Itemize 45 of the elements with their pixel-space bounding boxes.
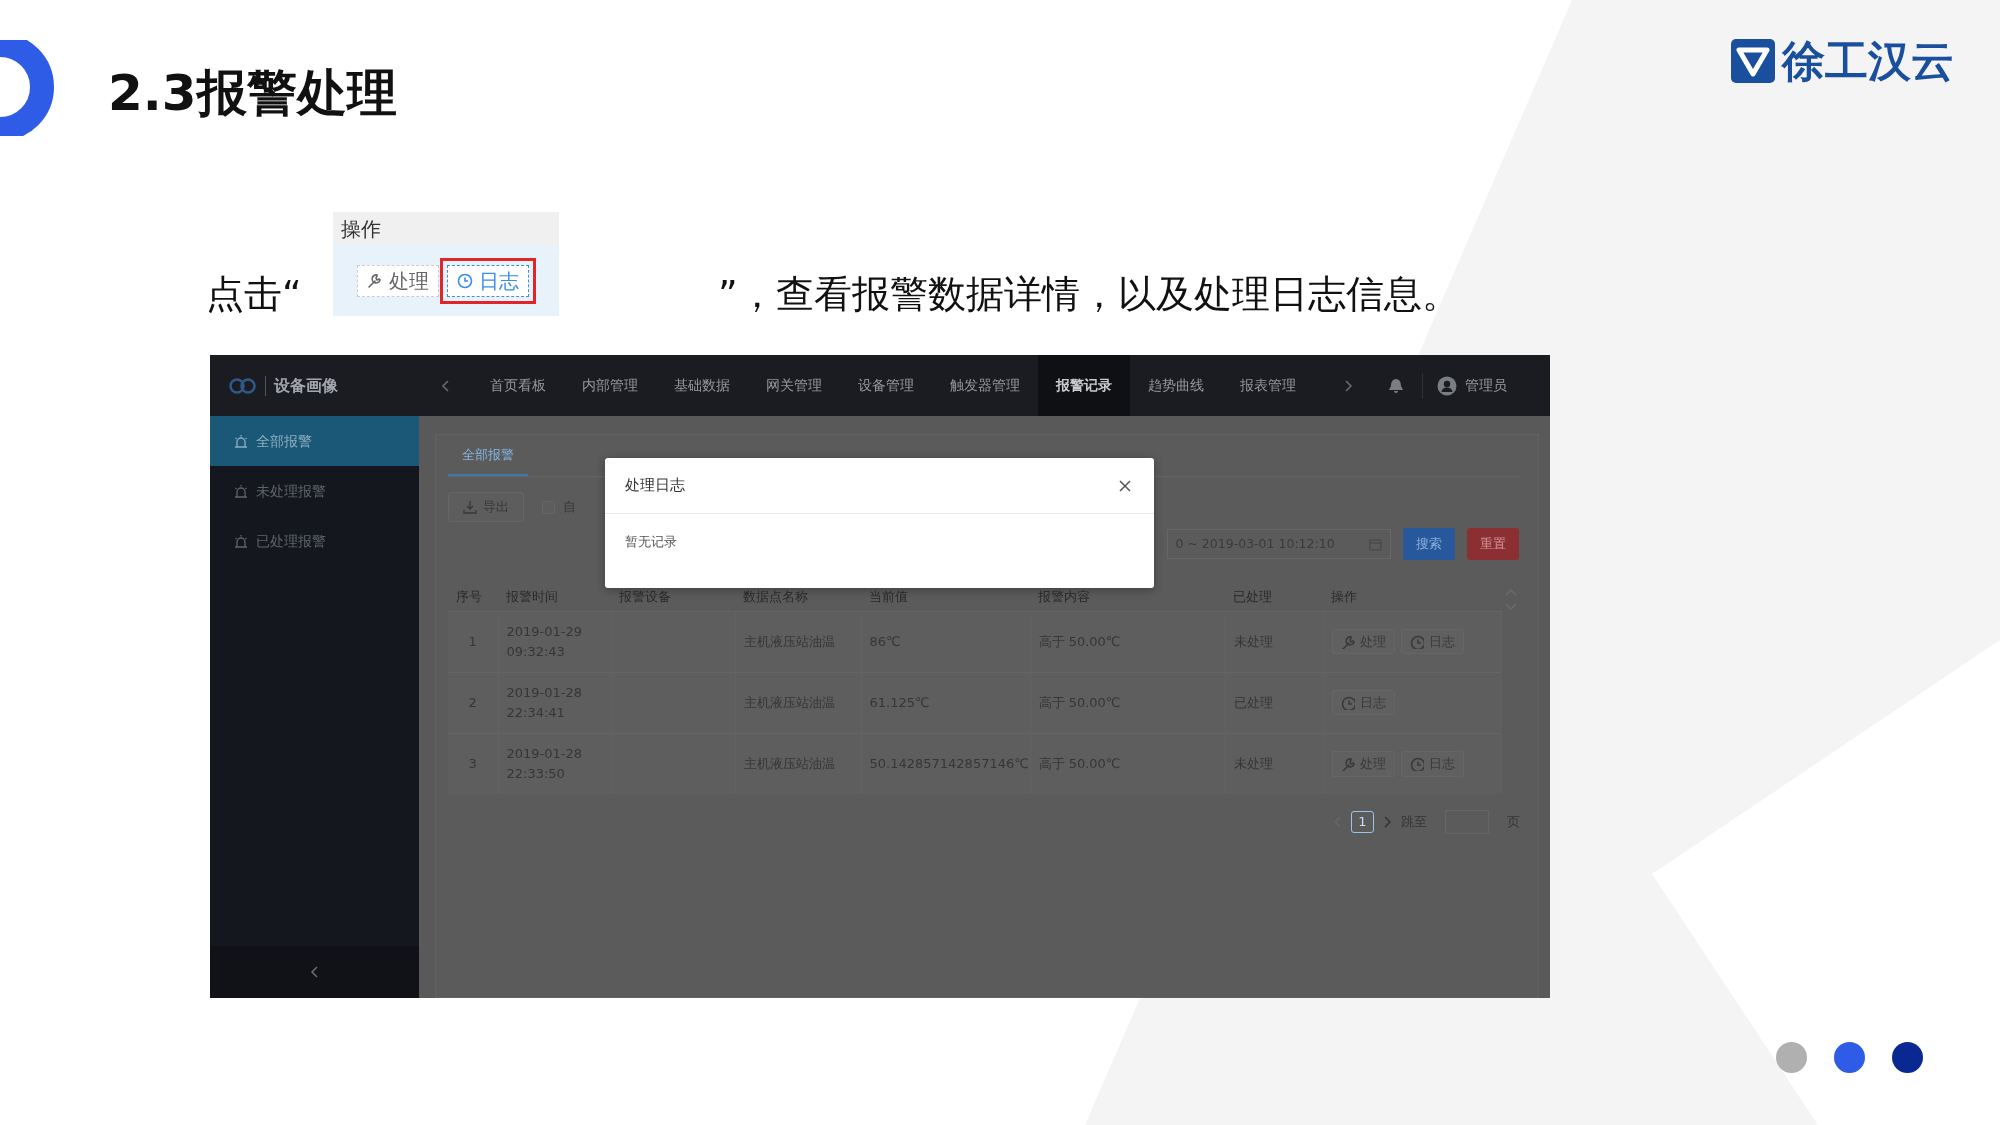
clock-icon — [457, 272, 473, 289]
reset-button[interactable]: 重置 — [1466, 528, 1519, 560]
sidebar-item[interactable]: 全部报警 — [210, 416, 419, 466]
clock-icon — [1340, 695, 1355, 710]
nav-tab[interactable]: 网关管理 — [748, 355, 840, 416]
wrench-icon — [1340, 756, 1355, 771]
bell-icon[interactable] — [1388, 377, 1404, 394]
alarm-icon — [234, 484, 248, 498]
nav-tab[interactable]: 触发器管理 — [932, 355, 1038, 416]
wrench-icon — [1340, 634, 1355, 649]
slide-title: 2.3报警处理 — [108, 66, 397, 121]
logo-text: 徐工汉云 — [1782, 39, 1954, 83]
tab[interactable]: 全部报警 — [448, 444, 528, 476]
collapse-icon[interactable] — [309, 965, 320, 979]
alarm-icon — [234, 434, 248, 448]
nav-tab[interactable]: 报警记录 — [1038, 355, 1130, 416]
download-icon — [463, 500, 477, 514]
sidebar-item[interactable]: 未处理报警 — [210, 466, 419, 516]
nav-tab[interactable]: 趋势曲线 — [1130, 355, 1222, 416]
logo-icon — [228, 375, 257, 396]
alarm-icon — [234, 534, 248, 548]
nav-tab[interactable]: 设备管理 — [840, 355, 932, 416]
logo-icon — [1730, 38, 1776, 84]
clock-icon — [1409, 756, 1424, 771]
instruction-text: 点击“ — [206, 272, 302, 318]
page-number[interactable]: 1 — [1351, 811, 1374, 833]
app-title: 设备画像 — [274, 374, 338, 397]
empty-message: 暂无记录 — [624, 533, 678, 551]
clock-icon — [1409, 634, 1424, 649]
instruction-text: ”，查看报警数据详情，以及处理日志信息。 — [718, 272, 1460, 318]
next-page-icon[interactable] — [1381, 815, 1393, 829]
nav-tab[interactable]: 首页看板 — [472, 355, 564, 416]
chevron-right-icon[interactable] — [1343, 378, 1354, 393]
sidebar-item[interactable]: 已处理报警 — [210, 516, 419, 566]
nav-tab[interactable]: 报表管理 — [1222, 355, 1314, 416]
wrench-icon — [367, 272, 383, 289]
nav-tab[interactable]: 内部管理 — [564, 355, 656, 416]
column-header: 操作 — [333, 212, 559, 245]
search-button[interactable]: 搜索 — [1402, 528, 1455, 560]
close-icon — [1118, 478, 1132, 493]
avatar-icon[interactable] — [1437, 375, 1457, 396]
user-name[interactable]: 管理员 — [1465, 375, 1507, 396]
dialog-title: 处理日志 — [625, 475, 685, 497]
nav-tab[interactable]: 基础数据 — [656, 355, 748, 416]
chevron-left-icon[interactable] — [440, 378, 451, 393]
